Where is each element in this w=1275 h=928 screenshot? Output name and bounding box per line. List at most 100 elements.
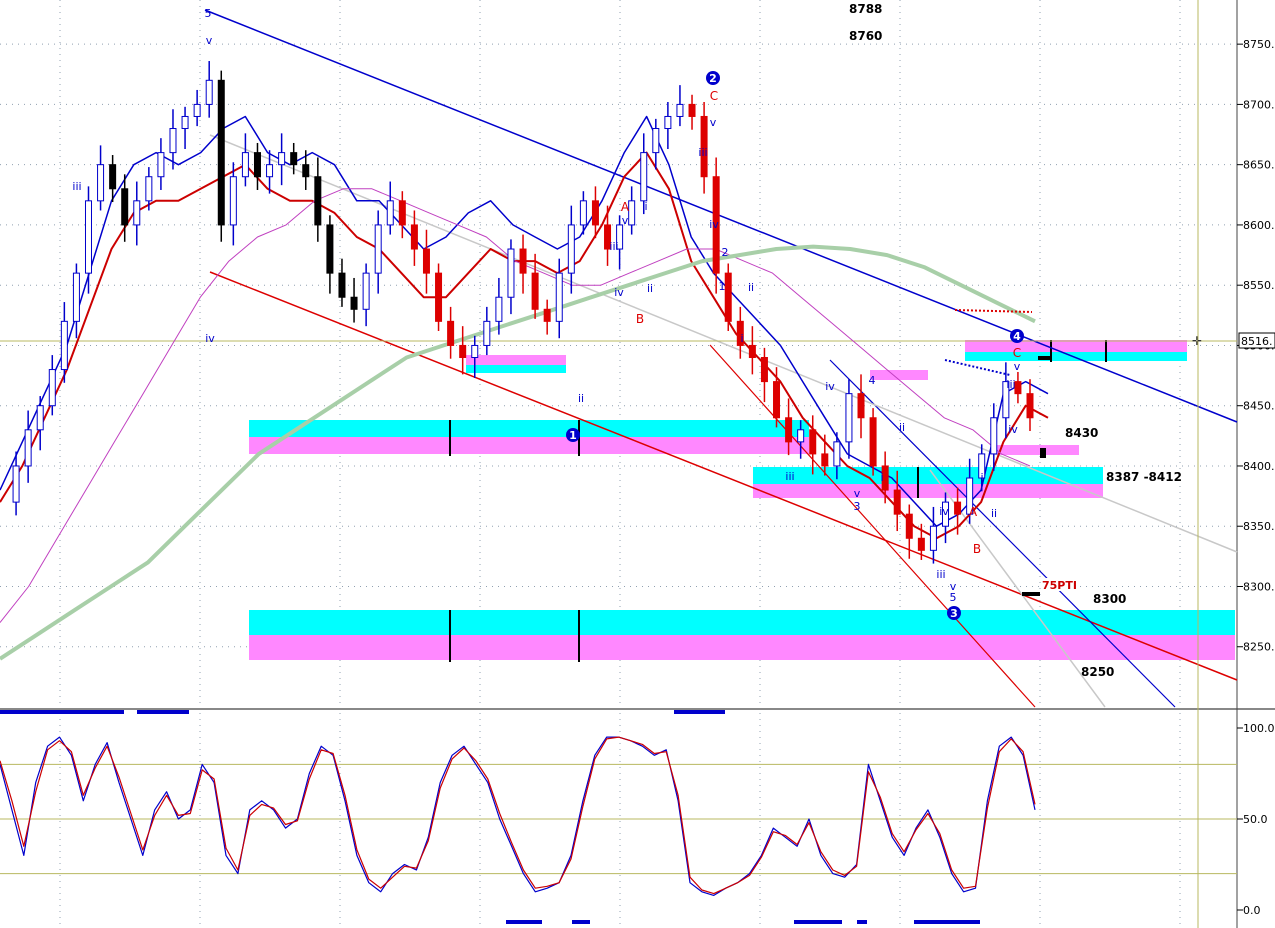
wave-c-label: C — [710, 89, 718, 103]
signal-bar — [572, 920, 590, 924]
subwave-iv-label: iv — [709, 218, 719, 231]
wave-1-label: 1 — [569, 429, 577, 442]
candle-body — [821, 453, 829, 467]
candle-body — [954, 501, 962, 515]
candle-body — [519, 248, 527, 274]
zone-magenta — [466, 355, 566, 365]
candle-body — [157, 152, 165, 178]
price-tick-label: 8250. — [1243, 641, 1275, 654]
wave-4-label: 4 — [1013, 330, 1021, 343]
candle-body — [797, 429, 805, 443]
candle-body — [12, 465, 20, 503]
zone-cyan — [870, 370, 928, 380]
candle-body — [857, 393, 865, 419]
subwave-v-label: v — [950, 580, 957, 593]
wave-b-label: B — [636, 312, 644, 326]
candle-body — [567, 224, 575, 274]
subwave-ii-label: ii — [899, 421, 905, 434]
candle-body — [724, 272, 732, 322]
candle-body — [845, 393, 853, 443]
candle-body — [60, 320, 68, 371]
annotation-8300: 8300 — [1093, 592, 1126, 606]
candle-body — [459, 344, 467, 358]
candle-body — [48, 369, 56, 407]
candle-body — [24, 429, 32, 467]
candle-body — [531, 272, 539, 310]
signal-bar — [914, 920, 980, 924]
price-tick-label: 8700. — [1243, 98, 1275, 111]
zone-cyan — [249, 610, 1235, 635]
subwave-iii-label: iii — [785, 470, 794, 483]
candle-body — [664, 115, 672, 130]
wave-c-label: C — [1013, 346, 1021, 360]
subwave-ii-label: ii — [748, 281, 754, 294]
oscillator-tick-label: 0.0 — [1243, 904, 1261, 917]
candle-body — [1026, 393, 1034, 419]
wave-2-label: 2 — [709, 72, 717, 85]
subwave-iv-label: iv — [825, 380, 835, 393]
candle-body — [314, 176, 322, 226]
candle-body — [229, 176, 237, 226]
candle-body — [326, 224, 334, 274]
subwave-iii-label: iii — [936, 568, 945, 581]
candle-body — [435, 272, 443, 322]
zone-magenta — [753, 484, 1103, 498]
ticket-marker — [1038, 356, 1052, 360]
candle-body — [990, 417, 998, 455]
candle-body — [760, 357, 768, 383]
signal-bar — [0, 710, 124, 714]
wave-b-label: B — [973, 542, 981, 556]
subwave-i-label: i — [880, 471, 883, 484]
wave-a-label: A — [969, 505, 978, 519]
signal-bar — [794, 920, 842, 924]
price-tick-label: 8750. — [1243, 38, 1275, 51]
subwave-iv-label: iv — [205, 332, 215, 345]
annotation-8387-8412: 8387 -8412 — [1106, 470, 1182, 484]
candle-body — [362, 272, 370, 310]
subwave-v-label: v — [710, 116, 717, 129]
price-tick-label: 8600. — [1243, 219, 1275, 232]
subwave-ii-label: ii — [647, 282, 653, 295]
candle-body — [338, 272, 346, 298]
subwave-ii-label: ii — [991, 507, 997, 520]
oscillator-tick-label: 50.0 — [1243, 813, 1268, 826]
zone-cyan — [965, 352, 1187, 361]
candle-body — [398, 200, 406, 226]
candle-body — [253, 152, 261, 178]
zone-magenta — [249, 635, 1235, 660]
candle-body — [748, 344, 756, 358]
price-chart: 1 2 3 4 5 C C A B A B 5 3 1 2 4 iii v iv… — [0, 0, 1275, 928]
candle-body — [495, 296, 503, 322]
zone-cyan — [249, 420, 809, 437]
wave-3-sub-label: 3 — [854, 500, 861, 513]
subwave-iv-label: iv — [1008, 423, 1018, 436]
crosshair-icon: ✛ — [1192, 334, 1202, 348]
candle-body — [543, 308, 551, 322]
oscillator-axis: 0.0 50.0 100.0 — [1237, 722, 1275, 917]
subwave-ii-label: ii — [578, 392, 584, 405]
candle-body — [169, 128, 177, 154]
candle-body — [36, 405, 44, 431]
signal-bar — [137, 710, 189, 714]
signal-bar — [506, 920, 542, 924]
zone-magenta — [249, 437, 809, 454]
candle-body — [640, 152, 648, 202]
price-tick-label: 8550. — [1243, 279, 1275, 292]
candle-body — [193, 103, 201, 117]
candle-body — [422, 248, 430, 274]
ticket-marker — [1022, 592, 1040, 596]
price-tick-label: 8450. — [1243, 400, 1275, 413]
subwave-iii-label: iii — [609, 240, 618, 253]
subwave-iv-label: iv — [939, 505, 949, 518]
subwave-v-label: v — [854, 487, 861, 500]
candle-body — [507, 248, 515, 298]
candle-body — [809, 429, 817, 455]
candle-body — [266, 164, 274, 178]
candle-body — [72, 272, 80, 322]
subwave-i-label: i — [980, 471, 983, 484]
subwave-i-label: i — [740, 332, 743, 345]
subwave-iv-label: iv — [614, 286, 624, 299]
candle-body — [676, 103, 684, 117]
wave-4-sub-label: 4 — [869, 374, 876, 387]
subwave-iii-label: iii — [1006, 378, 1015, 391]
